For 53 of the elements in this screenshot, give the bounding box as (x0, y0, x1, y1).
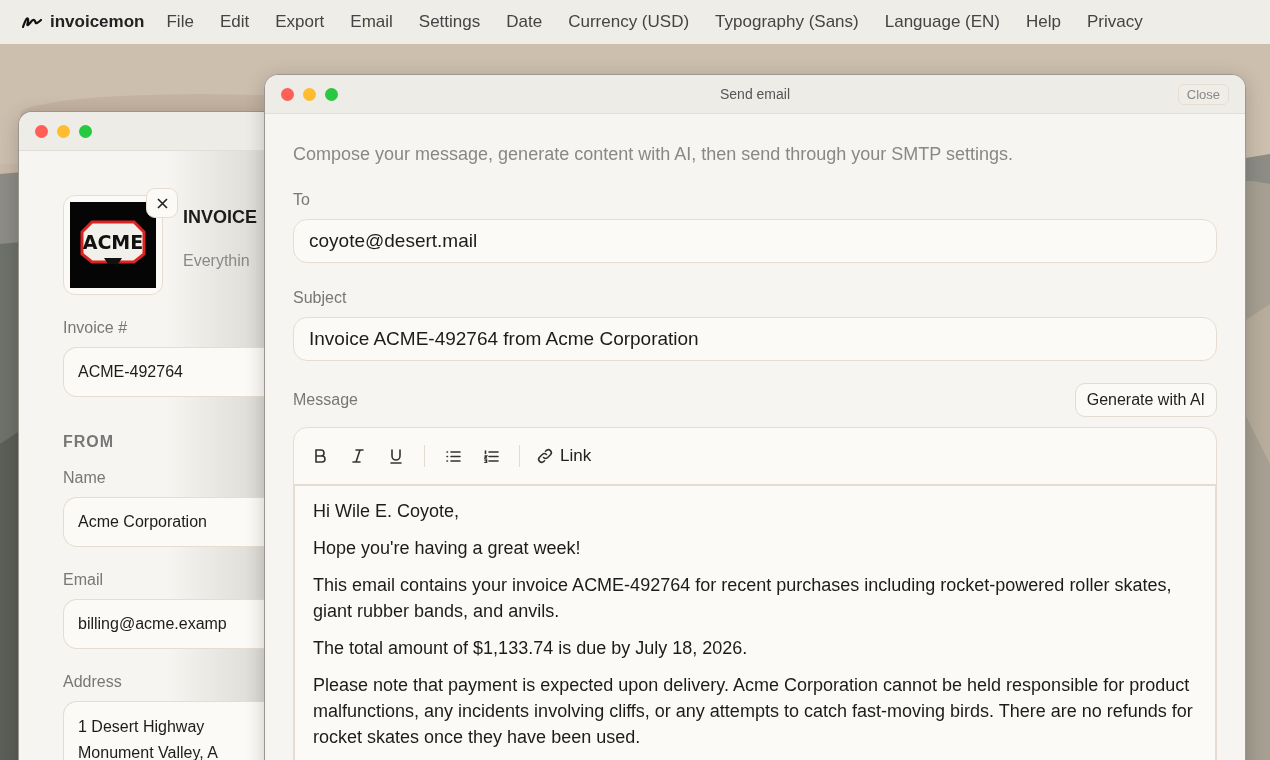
menu-item[interactable]: Help (1026, 12, 1061, 32)
menu-item[interactable]: File (166, 12, 194, 32)
app-name: invoicemon (50, 12, 145, 32)
field-label: Subject (293, 289, 348, 307)
close-window-dot[interactable] (281, 87, 294, 101)
minimize-window-dot[interactable] (57, 124, 70, 138)
menu-item[interactable]: Typography (Sans) (715, 12, 859, 32)
link-icon (536, 447, 554, 465)
tagline: Everythin (183, 252, 251, 270)
window-title: Send email (719, 86, 790, 102)
section-heading: FROM (63, 433, 116, 451)
menu-item[interactable]: Language (EN) (884, 12, 1001, 32)
numbered-list-icon (483, 449, 499, 463)
zoom-window-dot[interactable] (325, 87, 338, 101)
link-button[interactable]: Link (536, 440, 592, 472)
to-field[interactable]: coyote@desert.mail (293, 219, 1217, 263)
remove-logo-button[interactable] (146, 188, 178, 218)
message-editor[interactable] (293, 427, 1217, 760)
field-label: Invoice # (63, 319, 129, 337)
description-text: Compose your message, generate content with AI, then send through your SMTP settings. (293, 144, 1015, 165)
zoom-window-dot[interactable] (79, 124, 92, 138)
input-field[interactable]: Acme Corporation (63, 497, 265, 547)
menu-item[interactable]: Currency (USD) (568, 12, 690, 32)
field-label: Address (63, 673, 123, 691)
menu-item[interactable]: Privacy (1087, 12, 1143, 32)
field-label: Name (63, 469, 107, 487)
menu-item[interactable]: Settings (418, 12, 481, 32)
field-label: To (293, 191, 311, 209)
underline-icon (390, 448, 402, 464)
bold-icon (314, 449, 326, 463)
italic-icon (352, 449, 364, 463)
field-label: Email (63, 571, 104, 589)
message-paragraph: Hope you're having a great week! (313, 537, 582, 560)
message-paragraph: This email contains your invoice ACME-492764 for recent purchases including rocket-powered roller skates, giant rubber bands, and anvils. (313, 574, 1173, 623)
bullet-list-icon (445, 449, 461, 463)
close-window-dot[interactable] (35, 124, 48, 138)
squiggle-logo-icon (22, 16, 42, 28)
message-paragraph: Hi Wile E. Coyote, (313, 500, 461, 523)
input-field[interactable]: billing@acme.examp (63, 599, 265, 649)
menu-item[interactable]: Date (506, 12, 543, 32)
menu-item[interactable]: Edit (219, 12, 250, 32)
menu-item[interactable]: Email (350, 12, 393, 32)
generate-button[interactable]: Generate with AI (1074, 383, 1217, 417)
close-icon (156, 197, 168, 209)
message-paragraph: Please note that payment is expected upon delivery. Acme Corporation cannot be held responsible for product malfunctions, any incidents involving cliffs, or any attempts to catch fast-moving birds. There are no refunds for rocket skates once they have been used. (313, 674, 1194, 749)
menu-item[interactable]: Export (275, 12, 325, 32)
minimize-window-dot[interactable] (303, 87, 316, 101)
logo-text: ACME (82, 231, 144, 253)
message-paragraph: The total amount of $1,133.74 is due by July 18, 2026. (313, 637, 749, 660)
subject-field[interactable]: Invoice ACME-492764 from Acme Corporation (293, 317, 1217, 361)
invoice-number-field[interactable]: ACME-492764 (63, 347, 265, 397)
document-title: INVOICE (183, 207, 257, 228)
field-label: Message (293, 391, 358, 409)
